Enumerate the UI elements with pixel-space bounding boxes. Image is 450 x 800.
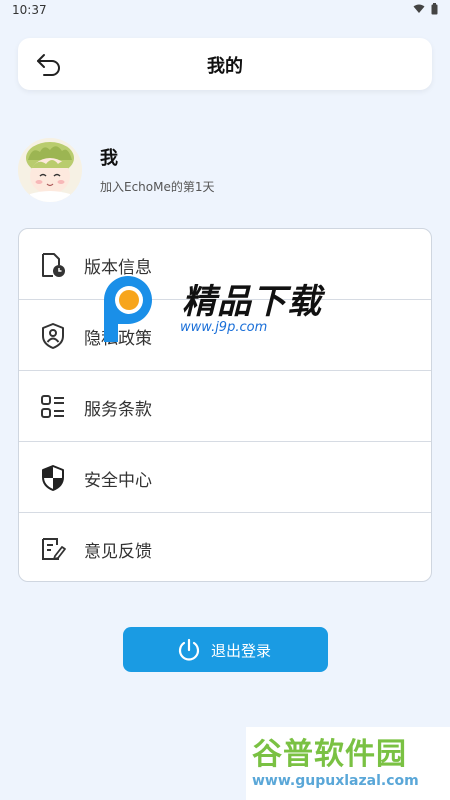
wifi-icon <box>413 4 425 13</box>
battery-icon <box>431 3 438 15</box>
feedback-icon <box>42 538 66 560</box>
status-bar: 10:37 <box>0 0 450 20</box>
profile-section: 我 加入EchoMe的第1天 <box>18 138 432 202</box>
join-days-text: 加入EchoMe的第1天 <box>100 180 215 194</box>
security-shield-icon <box>42 465 64 491</box>
menu-item-feedback[interactable]: 意见反馈 <box>19 513 431 583</box>
menu-item-label: 安全中心 <box>84 471 152 491</box>
avatar-image <box>18 138 82 202</box>
logout-button[interactable]: 退出登录 <box>123 627 328 672</box>
watermark-logo-icon <box>104 276 152 342</box>
menu-item-security-center[interactable]: 安全中心 <box>19 442 431 513</box>
watermark-gupu: 谷普软件园 www.gupuxlazal.com <box>246 727 450 800</box>
terms-icon <box>41 395 64 418</box>
watermark-corner-url: www.gupuxlazal.com <box>252 773 419 789</box>
version-info-icon <box>42 253 65 277</box>
avatar[interactable] <box>18 138 82 202</box>
logout-label: 退出登录 <box>211 642 272 660</box>
power-icon <box>178 638 200 661</box>
page-title: 我的 <box>207 56 243 77</box>
status-icons <box>413 3 438 15</box>
status-time: 10:37 <box>12 3 47 17</box>
menu-item-terms[interactable]: 服务条款 <box>19 371 431 442</box>
privacy-icon <box>42 323 64 349</box>
username: 我 <box>100 148 118 169</box>
header-bar: 我的 <box>18 38 432 90</box>
watermark-title: 精品下载 <box>182 282 322 322</box>
watermark-url: www.j9p.com <box>180 320 268 335</box>
watermark-corner-title: 谷普软件园 <box>252 737 407 772</box>
menu-item-label: 服务条款 <box>84 400 152 420</box>
watermark-j9p: 精品下载 www.j9p.com <box>92 270 342 350</box>
menu-item-label: 意见反馈 <box>84 542 152 562</box>
